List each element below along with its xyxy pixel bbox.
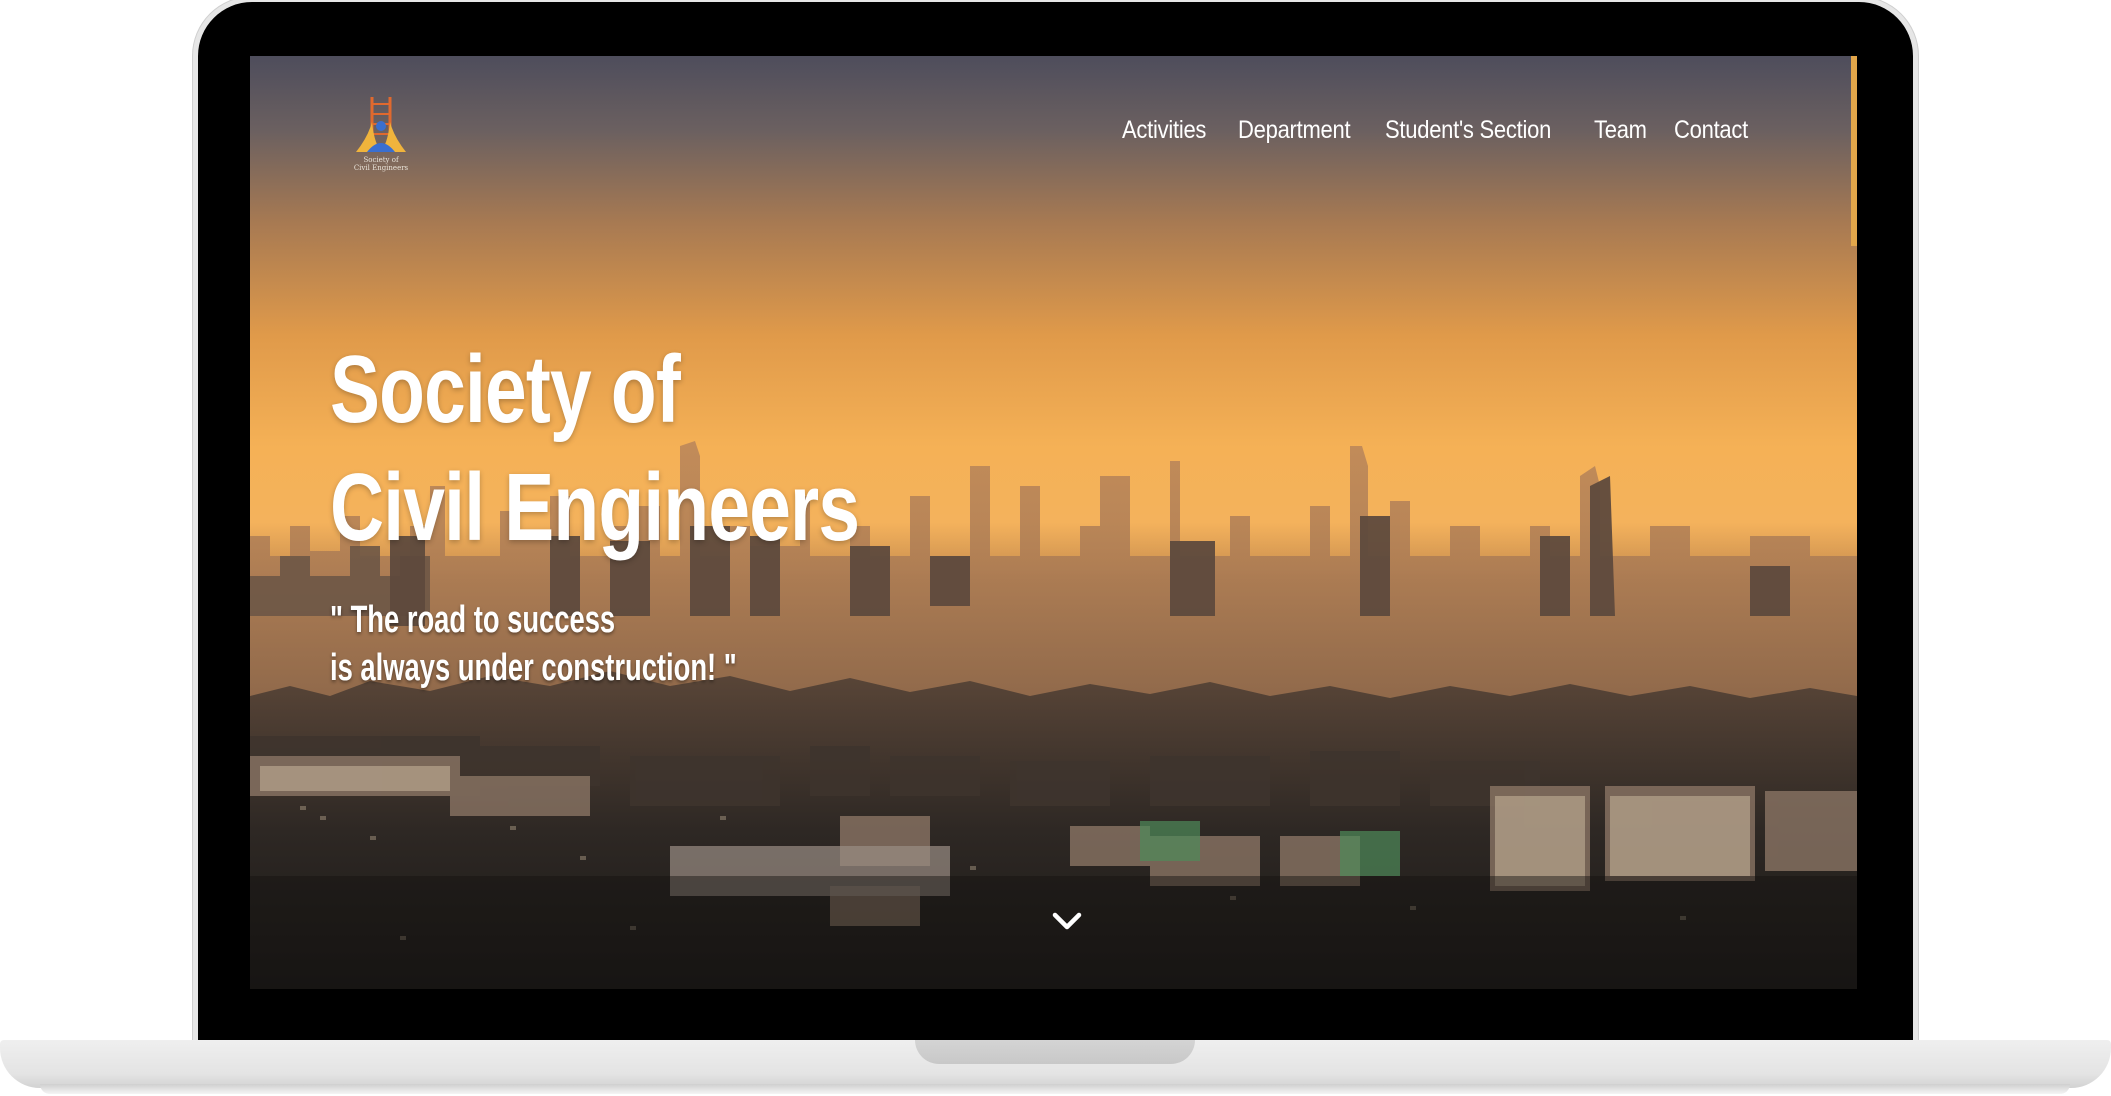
nav-item-activities[interactable]: Activities — [1122, 116, 1206, 145]
main-nav: Activities Department Student's Section … — [1122, 116, 1748, 145]
nav-item-department[interactable]: Department — [1238, 116, 1351, 145]
hero-title-line1: Society of — [330, 336, 681, 443]
hero-quote: " The road to success is always under co… — [330, 596, 737, 692]
hero-title-line2: Civil Engineers — [330, 454, 860, 561]
hero-quote-line1: " The road to success — [330, 599, 616, 641]
hero-quote-line2: is always under construction! " — [330, 647, 737, 689]
laptop-notch — [915, 1040, 1195, 1064]
laptop-base-shadow — [40, 1084, 2070, 1094]
logo-caption: Society of Civil Engineers — [336, 156, 426, 172]
nav-item-team[interactable]: Team — [1594, 116, 1647, 145]
nav-item-contact[interactable]: Contact — [1674, 116, 1748, 145]
chevron-down-icon[interactable] — [1050, 909, 1084, 933]
logo-caption-line1: Society of — [363, 156, 399, 164]
website-screen: Society of Civil Engineers Activities De… — [250, 56, 1857, 989]
scrollbar-thumb[interactable] — [1851, 56, 1857, 246]
hero-title: Society of Civil Engineers — [330, 331, 860, 567]
nav-item-students-section[interactable]: Student's Section — [1385, 116, 1551, 145]
logo-caption-line2: Civil Engineers — [353, 164, 409, 172]
